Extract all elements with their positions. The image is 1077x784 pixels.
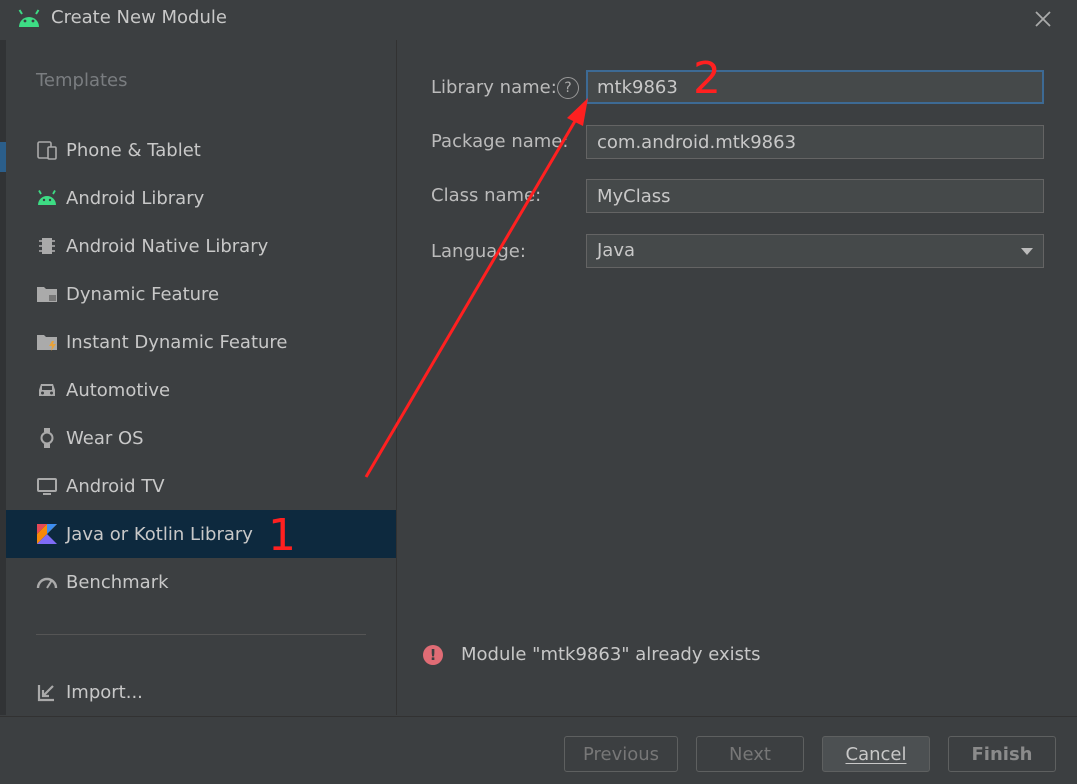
library-name-input[interactable] bbox=[586, 70, 1044, 104]
language-select[interactable]: Java bbox=[586, 234, 1044, 268]
sidebar-item-label: Android Native Library bbox=[66, 235, 269, 257]
sidebar-item-label: Instant Dynamic Feature bbox=[66, 331, 288, 353]
class-name-input[interactable] bbox=[586, 179, 1044, 213]
sidebar-item-label: Dynamic Feature bbox=[66, 283, 220, 305]
close-icon[interactable] bbox=[1030, 6, 1056, 32]
package-name-label: Package name: bbox=[431, 131, 569, 152]
close-button[interactable] bbox=[1030, 6, 1056, 32]
window-title: Create New Module bbox=[51, 7, 227, 28]
native-library-icon bbox=[36, 235, 58, 257]
annotation-number-1: 1 bbox=[268, 510, 296, 561]
sidebar-item-label: Automotive bbox=[66, 379, 171, 401]
folder-icon bbox=[36, 283, 58, 305]
sidebar-item-android-native-library[interactable]: Android Native Library bbox=[6, 222, 396, 270]
sidebar-item-wear-os[interactable]: Wear OS bbox=[6, 414, 396, 462]
next-button[interactable]: Next bbox=[696, 736, 804, 772]
folder-bolt-icon bbox=[36, 331, 58, 353]
cancel-button-label: Cancel bbox=[845, 744, 907, 765]
sidebar-item-automotive[interactable]: Automotive bbox=[6, 366, 396, 414]
sidebar-item-label: Android Library bbox=[66, 187, 205, 209]
templates-sidebar: Templates Phone & Tablet Android Library… bbox=[6, 40, 397, 715]
import-button[interactable]: Import... bbox=[6, 668, 396, 716]
sidebar-item-java-kotlin-library[interactable]: Java or Kotlin Library bbox=[6, 510, 396, 558]
android-icon bbox=[18, 9, 40, 27]
sidebar-divider bbox=[36, 634, 366, 635]
finish-button[interactable]: Finish bbox=[948, 736, 1056, 772]
import-icon bbox=[36, 681, 58, 703]
sidebar-item-instant-dynamic-feature[interactable]: Instant Dynamic Feature bbox=[6, 318, 396, 366]
templates-heading: Templates bbox=[36, 70, 128, 91]
previous-button[interactable]: Previous bbox=[564, 736, 678, 772]
sidebar-item-label: Wear OS bbox=[66, 427, 144, 449]
sidebar-item-phone-tablet[interactable]: Phone & Tablet bbox=[6, 126, 396, 174]
class-name-label: Class name: bbox=[431, 185, 542, 206]
dialog-footer: Previous Next Cancel Finish bbox=[0, 716, 1077, 784]
language-label: Language: bbox=[431, 241, 526, 262]
cancel-button[interactable]: Cancel bbox=[822, 736, 930, 772]
annotation-number-2: 2 bbox=[693, 53, 721, 104]
language-select-value: Java bbox=[597, 240, 636, 261]
sidebar-item-label: Phone & Tablet bbox=[66, 139, 201, 161]
import-label: Import... bbox=[66, 681, 143, 703]
package-name-input[interactable] bbox=[586, 125, 1044, 159]
android-icon bbox=[36, 187, 58, 209]
error-icon: ! bbox=[423, 644, 443, 665]
module-form: Library name: ? Package name: Class name… bbox=[397, 40, 1077, 715]
tv-icon bbox=[36, 475, 58, 497]
sidebar-item-label: Benchmark bbox=[66, 571, 169, 593]
car-icon bbox=[36, 379, 58, 401]
sidebar-item-android-library[interactable]: Android Library bbox=[6, 174, 396, 222]
watch-icon bbox=[36, 427, 58, 449]
sidebar-item-benchmark[interactable]: Benchmark bbox=[6, 558, 396, 606]
error-message: Module "mtk9863" already exists bbox=[461, 644, 761, 665]
sidebar-item-android-tv[interactable]: Android TV bbox=[6, 462, 396, 510]
kotlin-icon bbox=[36, 523, 58, 545]
gauge-icon bbox=[36, 571, 58, 593]
help-icon[interactable]: ? bbox=[557, 77, 579, 99]
chevron-down-icon bbox=[1021, 248, 1033, 255]
sidebar-item-label: Java or Kotlin Library bbox=[66, 523, 253, 545]
sidebar-item-label: Android TV bbox=[66, 475, 165, 497]
error-message-row: ! Module "mtk9863" already exists bbox=[423, 644, 760, 665]
library-name-label: Library name: bbox=[431, 77, 557, 98]
title-bar: Create New Module bbox=[0, 0, 1077, 38]
sidebar-item-dynamic-feature[interactable]: Dynamic Feature bbox=[6, 270, 396, 318]
phone-tablet-icon bbox=[36, 139, 58, 161]
